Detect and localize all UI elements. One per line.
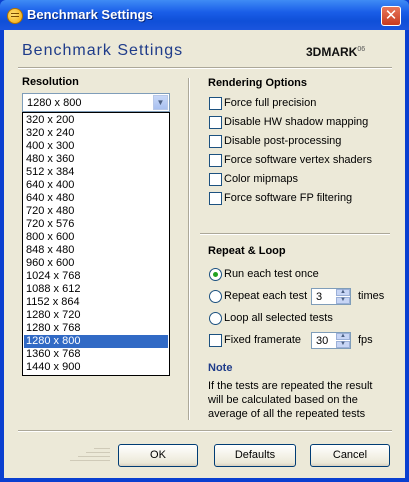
column-divider — [188, 78, 190, 420]
resolution-option[interactable]: 640 x 480 — [24, 192, 168, 205]
spin-up-icon[interactable]: ▲ — [336, 289, 350, 296]
times-label: times — [358, 290, 385, 302]
section-divider — [200, 233, 390, 235]
resolution-option[interactable]: 512 x 384 — [24, 166, 168, 179]
color-mipmaps-checkbox[interactable] — [209, 173, 222, 186]
ok-button[interactable]: OK — [118, 444, 198, 467]
disable-post-processing-checkbox[interactable] — [209, 135, 222, 148]
chevron-down-icon[interactable]: ▼ — [153, 95, 168, 110]
spin-down-icon[interactable]: ▼ — [336, 297, 350, 304]
window-title: Benchmark Settings — [27, 7, 153, 22]
resolution-label: Resolution — [22, 76, 79, 88]
force-sw-fp-filtering-label[interactable]: Force software FP filtering — [224, 192, 352, 204]
app-icon[interactable] — [7, 8, 23, 24]
repeat-count-value[interactable]: 3 — [316, 291, 322, 303]
resolution-option[interactable]: 320 x 200 — [24, 114, 168, 127]
run-once-radio[interactable] — [209, 268, 222, 281]
resolution-option[interactable]: 480 x 360 — [24, 153, 168, 166]
fps-label: fps — [358, 334, 373, 346]
repeat-each-radio[interactable] — [209, 290, 222, 303]
repeat-count-spin-buttons: ▲ ▼ — [336, 289, 350, 304]
force-full-precision-label[interactable]: Force full precision — [224, 97, 316, 109]
close-button[interactable]: ✕ — [381, 6, 401, 26]
resolution-selected-value: 1280 x 800 — [27, 97, 82, 109]
resolution-option[interactable]: 1440 x 900 — [24, 361, 168, 374]
logo-text: 3DMARK — [306, 45, 358, 59]
rendering-options-label: Rendering Options — [208, 77, 307, 89]
force-sw-vertex-shaders-label[interactable]: Force software vertex shaders — [224, 154, 372, 166]
note-title: Note — [208, 362, 233, 374]
resolution-option[interactable]: 960 x 600 — [24, 257, 168, 270]
defaults-button[interactable]: Defaults — [214, 444, 296, 467]
disable-hw-shadow-label[interactable]: Disable HW shadow mapping — [224, 116, 368, 128]
resolution-option[interactable]: 720 x 576 — [24, 218, 168, 231]
resolution-option[interactable]: 1024 x 768 — [24, 270, 168, 283]
resolution-option[interactable]: 1360 x 768 — [24, 348, 168, 361]
loop-all-radio[interactable] — [209, 312, 222, 325]
resolution-option-selected[interactable]: 1280 x 800 — [23, 334, 169, 349]
repeat-each-label[interactable]: Repeat each test — [224, 290, 307, 302]
fps-stepper[interactable]: 30 ▲ ▼ — [311, 332, 351, 349]
spin-up-icon[interactable]: ▲ — [336, 333, 350, 340]
resolution-option[interactable]: 400 x 300 — [24, 140, 168, 153]
resolution-option[interactable]: 800 x 600 — [24, 231, 168, 244]
dialog-client: Benchmark Settings 3DMARK06 Resolution 1… — [4, 30, 405, 478]
force-sw-fp-filtering-checkbox[interactable] — [209, 192, 222, 205]
loop-all-label[interactable]: Loop all selected tests — [224, 312, 333, 324]
resolution-option[interactable]: 1088 x 612 — [24, 283, 168, 296]
resize-grip — [70, 448, 110, 468]
dialog-window: Benchmark Settings ✕ Benchmark Settings … — [0, 0, 409, 482]
resolution-select[interactable]: 1280 x 800 ▼ — [22, 93, 170, 112]
resolution-option[interactable]: 1152 x 864 — [24, 296, 168, 309]
header-divider — [18, 67, 392, 69]
logo: 3DMARK06 — [306, 45, 365, 59]
force-sw-vertex-shaders-checkbox[interactable] — [209, 154, 222, 167]
fps-spin-buttons: ▲ ▼ — [336, 333, 350, 348]
fixed-framerate-label[interactable]: Fixed framerate — [224, 334, 301, 346]
fixed-framerate-checkbox[interactable] — [209, 334, 222, 347]
disable-post-processing-label[interactable]: Disable post-processing — [224, 135, 341, 147]
resolution-option[interactable]: 848 x 480 — [24, 244, 168, 257]
resolution-option[interactable]: 1280 x 768 — [24, 322, 168, 335]
title-bar[interactable]: Benchmark Settings ✕ — [0, 0, 409, 30]
resolution-option[interactable]: 640 x 400 — [24, 179, 168, 192]
page-title: Benchmark Settings — [22, 42, 184, 59]
disable-hw-shadow-checkbox[interactable] — [209, 116, 222, 129]
resolution-option[interactable]: 720 x 480 — [24, 205, 168, 218]
run-once-label[interactable]: Run each test once — [224, 268, 319, 280]
resolution-option[interactable]: 320 x 240 — [24, 127, 168, 140]
force-full-precision-checkbox[interactable] — [209, 97, 222, 110]
logo-version: 06 — [357, 46, 366, 53]
footer-divider — [18, 430, 392, 432]
repeat-count-stepper[interactable]: 3 ▲ ▼ — [311, 288, 351, 305]
fps-value[interactable]: 30 — [316, 335, 328, 347]
repeat-loop-label: Repeat & Loop — [208, 245, 286, 257]
resolution-dropdown-list: 320 x 200 320 x 240 400 x 300 480 x 360 … — [22, 112, 170, 376]
spin-down-icon[interactable]: ▼ — [336, 341, 350, 348]
note-text: If the tests are repeated the result wil… — [208, 380, 373, 420]
cancel-button[interactable]: Cancel — [310, 444, 390, 467]
resolution-option[interactable]: 1280 x 720 — [24, 309, 168, 322]
color-mipmaps-label[interactable]: Color mipmaps — [224, 173, 298, 185]
